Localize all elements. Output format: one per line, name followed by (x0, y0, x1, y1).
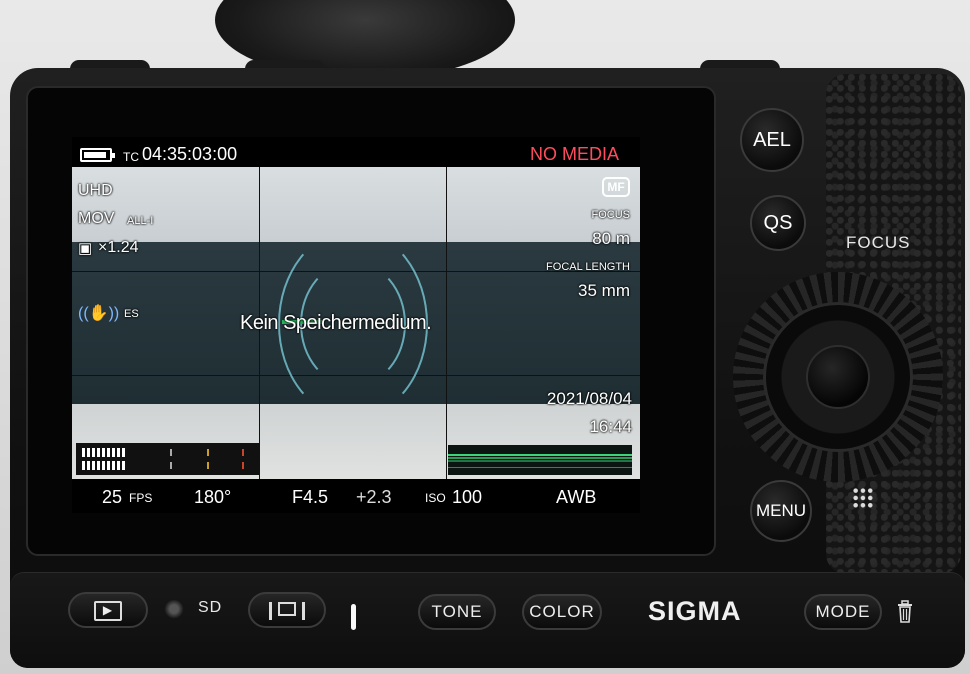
iso-label: ISO (425, 491, 446, 505)
tone-button[interactable]: TONE (418, 594, 496, 630)
focus-distance: 80 m (592, 229, 630, 248)
timecode-prefix: TC (123, 150, 139, 164)
grid-icon (852, 487, 874, 509)
ok-button[interactable] (806, 345, 870, 409)
battery-icon (80, 148, 115, 162)
crop-factor: ×1.24 (98, 239, 139, 256)
time: 16:44 (589, 417, 632, 436)
sd-access-indicator (164, 599, 184, 619)
focus-button-label[interactable]: FOCUS (846, 233, 911, 253)
tally-led (351, 604, 356, 630)
focus-mode-badge: MF (602, 177, 630, 197)
grid-line-v2 (446, 167, 447, 479)
frame-rate-value: 25 (102, 487, 123, 507)
exposure-compensation: +2.3 (356, 487, 392, 507)
live-view: UHD MOV ALL-I ▣ ×1.24 ((✋)) ES MF FOCUS … (72, 167, 640, 479)
waveform-monitor (448, 445, 632, 475)
file-format: MOV (78, 210, 115, 227)
focal-length-label: FOCAL LENGTH (546, 261, 630, 273)
iso-value: 100 (452, 487, 483, 507)
no-media-message: Kein Speichermedium. (240, 312, 432, 334)
menu-button[interactable]: MENU (750, 480, 812, 542)
compression: ALL-I (127, 215, 154, 227)
status-top-bar: TC 04:35:03:00 NO MEDIA (72, 137, 640, 167)
crop-icon: ▣ (78, 240, 93, 257)
stabilizer-mode: ES (124, 308, 139, 320)
sd-label: SD (198, 599, 223, 616)
trash-icon (898, 600, 912, 623)
media-status: NO MEDIA (530, 144, 620, 164)
lcd-screen[interactable]: TC 04:35:03:00 NO MEDIA UHD MOV ALL-I ▣ … (72, 137, 640, 513)
shutter-angle: 180° (194, 487, 232, 507)
timecode: 04:35:03:00 (142, 144, 238, 164)
camera-back-view: TC 04:35:03:00 NO MEDIA UHD MOV ALL-I ▣ … (0, 0, 970, 674)
playback-button[interactable]: ▶ (68, 592, 148, 628)
frame-display-icon (269, 601, 305, 620)
status-bottom-bar: 25 FPS 180° F4.5 +2.3 ISO 100 AWB (72, 479, 640, 513)
focus-label: FOCUS (591, 209, 631, 221)
frame-display-button[interactable] (248, 592, 326, 628)
frame-rate-unit: FPS (129, 491, 153, 505)
focal-length: 35 mm (578, 281, 630, 300)
date: 2021/08/04 (546, 389, 632, 408)
audio-meter-panel (76, 443, 260, 475)
color-button[interactable]: COLOR (522, 594, 602, 630)
aperture: F4.5 (292, 487, 329, 507)
resolution: UHD (78, 182, 113, 199)
qs-button[interactable]: QS (750, 195, 806, 251)
audio-meter-ch1 (82, 448, 262, 457)
white-balance: AWB (556, 487, 597, 507)
ael-button[interactable]: AEL (740, 108, 804, 172)
mode-button[interactable]: MODE (804, 594, 882, 630)
brand-logo: SIGMA (648, 596, 742, 626)
stabilizer-hand-icon: ((✋)) (78, 305, 120, 322)
audio-meter-ch2 (82, 461, 262, 470)
playback-icon: ▶ (94, 600, 122, 621)
